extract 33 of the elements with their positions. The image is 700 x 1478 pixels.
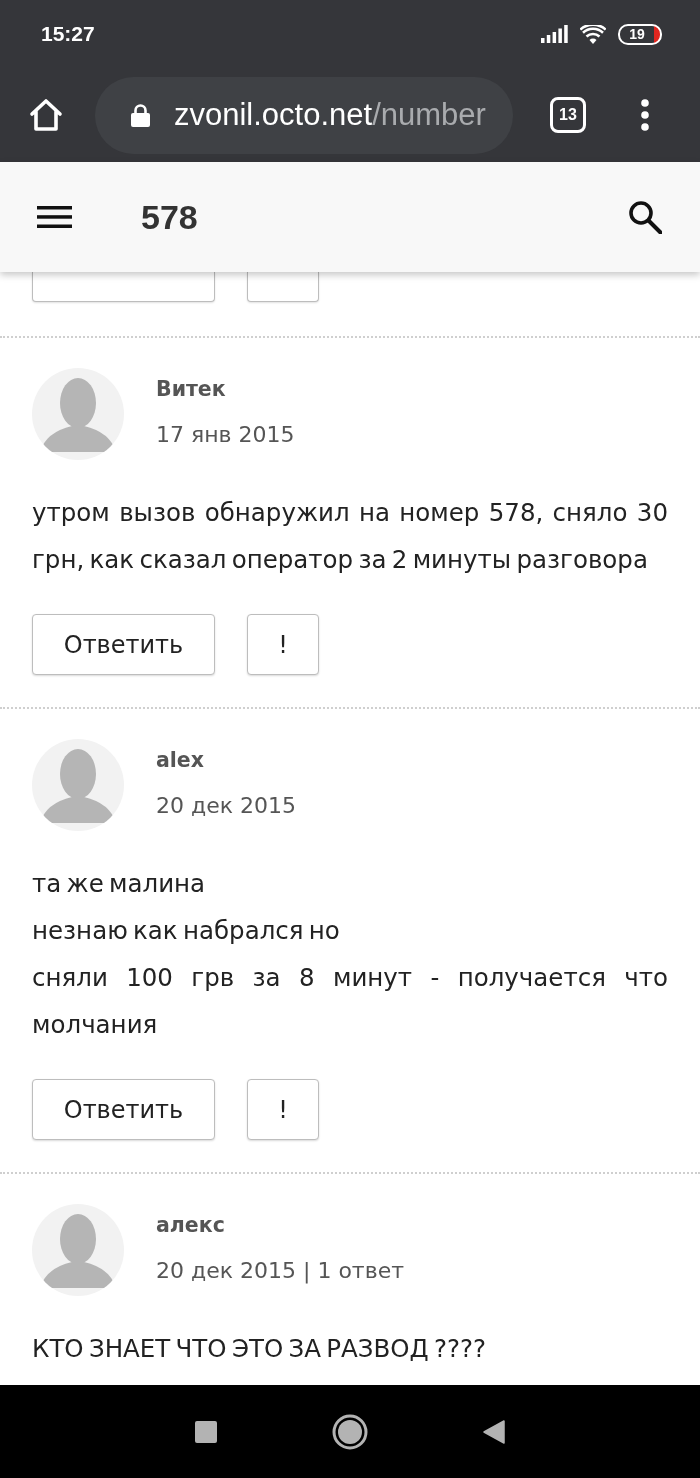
avatar-placeholder-icon [32, 1204, 124, 1296]
comment-text: утром вызов обнаружил на номер 578, сняло 30 грн, как сказал оператор за 2 минуты разговора [32, 497, 668, 576]
avatar-placeholder-icon [32, 368, 124, 460]
report-button[interactable]: ! [247, 1079, 319, 1140]
home-icon[interactable] [28, 97, 64, 133]
search-icon[interactable] [628, 200, 662, 234]
url-host: zvonil.octo.net [174, 95, 373, 134]
author-name[interactable]: алекс [156, 1210, 404, 1240]
lock-icon [131, 103, 150, 127]
comment-date: 17 янв 2015 [156, 421, 295, 449]
battery-percent: 19 [629, 26, 645, 42]
report-button[interactable]: ! [247, 614, 319, 675]
menu-icon[interactable] [37, 206, 72, 228]
url-path: /number [372, 95, 486, 134]
tab-switcher-button[interactable]: 13 [550, 97, 586, 133]
address-bar[interactable]: zvonil.octo.net/number [95, 76, 513, 154]
recent-apps-icon[interactable] [195, 1420, 217, 1443]
home-circle-icon[interactable] [332, 1413, 368, 1450]
back-icon[interactable] [483, 1419, 505, 1444]
signal-icon [541, 25, 568, 43]
clock-time: 15:27 [41, 22, 95, 46]
more-menu-icon[interactable] [641, 99, 649, 131]
comment-text: та же малина незнаю как набрался но сняли 100 грв за 8 минут - получается что молчания [32, 868, 668, 1041]
comment-date: 20 дек 2015 [156, 792, 296, 820]
avatar-placeholder-icon [32, 739, 124, 831]
reply-button[interactable]: Ответить [32, 1079, 215, 1140]
comment-text: КТО ЗНАЕТ ЧТО ЭТО ЗА РАЗВОД ???? [32, 1333, 488, 1365]
page-title: 578 [141, 197, 198, 237]
comment-date: 20 дек 2015 | 1 ответ [156, 1257, 404, 1286]
author-name[interactable]: alex [156, 745, 296, 775]
wifi-icon [580, 24, 606, 44]
reply-button[interactable]: Ответить [32, 614, 215, 675]
author-name[interactable]: Витек [156, 374, 295, 404]
